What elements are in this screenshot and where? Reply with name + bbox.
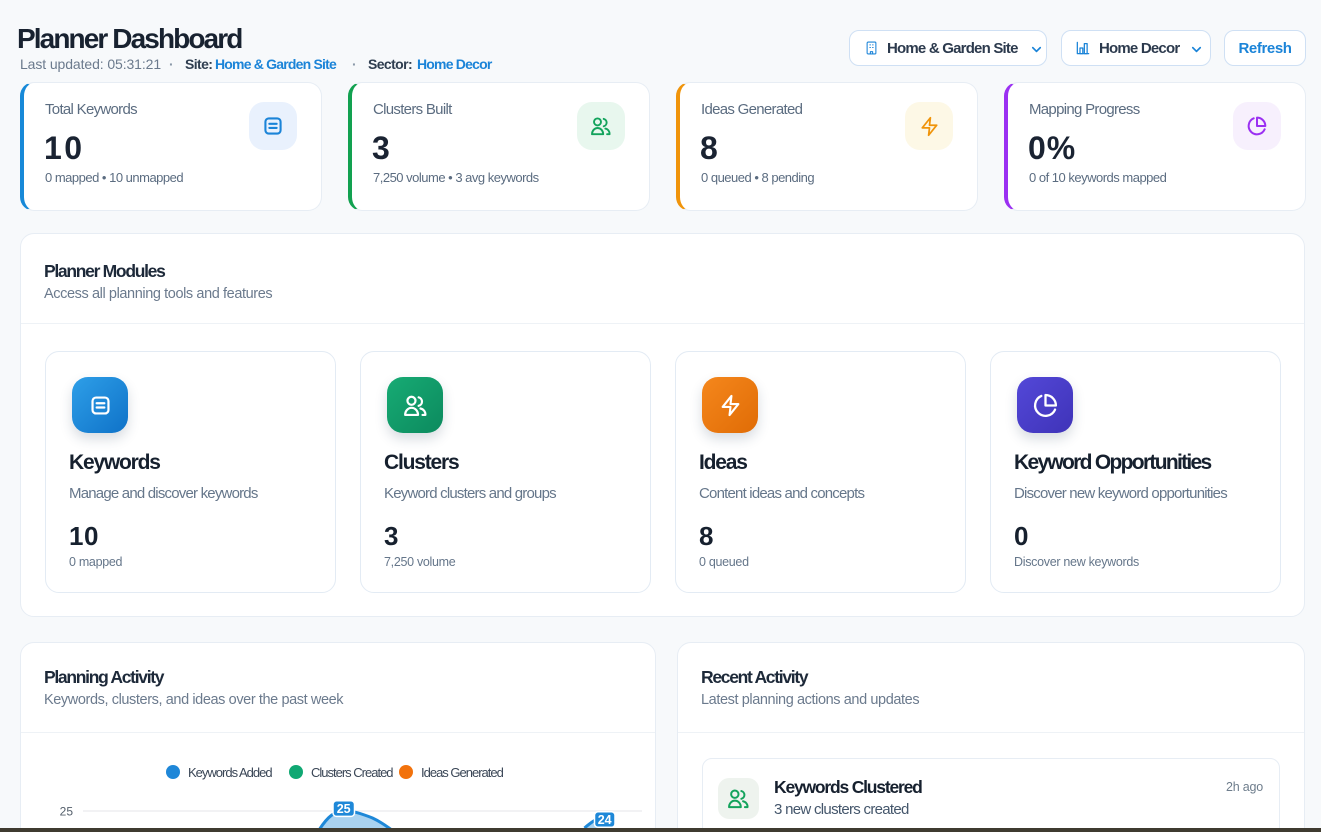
svg-text:25: 25 <box>337 802 351 816</box>
svg-text:25: 25 <box>60 805 74 819</box>
svg-text:24: 24 <box>598 813 612 827</box>
